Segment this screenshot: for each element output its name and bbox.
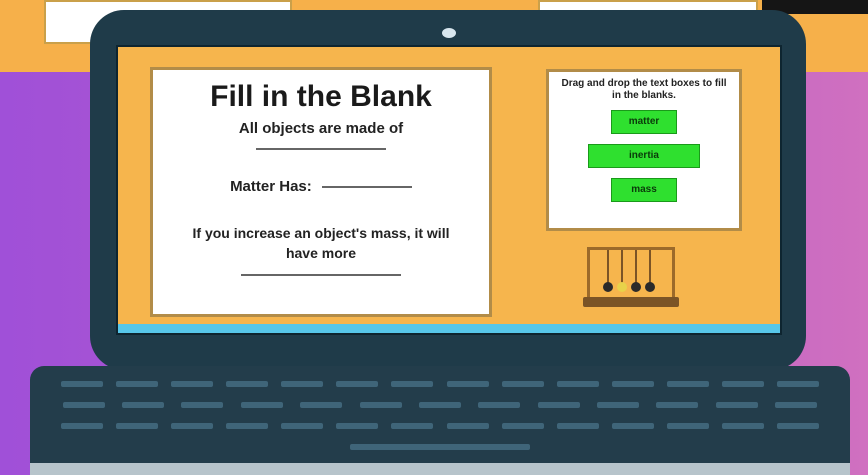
key xyxy=(225,423,268,429)
key-row xyxy=(54,441,826,453)
key xyxy=(60,381,103,387)
answer-blank-3[interactable] xyxy=(241,273,401,276)
key xyxy=(336,381,379,387)
key xyxy=(391,381,434,387)
key xyxy=(181,402,224,408)
chip-mass[interactable]: mass xyxy=(611,178,677,202)
keyboard xyxy=(54,378,826,462)
key xyxy=(359,402,402,408)
key xyxy=(281,423,324,429)
key xyxy=(537,402,580,408)
chip-matter[interactable]: matter xyxy=(611,110,677,134)
key xyxy=(501,381,544,387)
key xyxy=(777,381,820,387)
laptop-base-lip xyxy=(30,463,850,475)
cradle-ball xyxy=(617,282,627,292)
cradle-base xyxy=(583,297,679,307)
key xyxy=(391,423,434,429)
key xyxy=(611,381,654,387)
key-row xyxy=(54,420,826,432)
screen-bottom-strip xyxy=(118,324,780,333)
key xyxy=(300,402,343,408)
cradle-string xyxy=(607,250,609,284)
key xyxy=(611,423,654,429)
key xyxy=(115,423,158,429)
question-3-text: If you increase an object's mass, it wil… xyxy=(192,225,450,261)
key xyxy=(115,381,158,387)
answer-blank-2[interactable] xyxy=(321,186,412,189)
key xyxy=(656,402,699,408)
cradle-string xyxy=(635,250,637,284)
key xyxy=(225,381,268,387)
cradle-ball xyxy=(603,282,613,292)
cradle-frame xyxy=(587,247,675,299)
key xyxy=(775,402,818,408)
question-1-text: All objects are made of xyxy=(238,120,404,137)
webcam-icon xyxy=(442,28,456,38)
cradle-string xyxy=(649,250,651,284)
key xyxy=(170,381,213,387)
key xyxy=(556,423,599,429)
key xyxy=(170,423,213,429)
key xyxy=(446,423,489,429)
cradle-string xyxy=(621,250,623,284)
key xyxy=(60,423,103,429)
spacebar xyxy=(350,444,530,450)
cradle-ball xyxy=(631,282,641,292)
key-row xyxy=(54,399,826,411)
key xyxy=(281,381,324,387)
key xyxy=(478,402,521,408)
key xyxy=(722,423,765,429)
key-row xyxy=(54,378,826,390)
drag-drop-card: Drag and drop the text boxes to fill in … xyxy=(546,69,742,231)
newtons-cradle-icon xyxy=(583,247,679,315)
key xyxy=(667,423,710,429)
key xyxy=(597,402,640,408)
key xyxy=(418,402,461,408)
key xyxy=(122,402,165,408)
laptop-base xyxy=(30,366,850,475)
key xyxy=(446,381,489,387)
key xyxy=(777,423,820,429)
key xyxy=(62,402,105,408)
question-2: Matter Has: xyxy=(153,178,489,195)
cradle-ball xyxy=(645,282,655,292)
drag-instruction: Drag and drop the text boxes to fill in … xyxy=(561,78,727,101)
key xyxy=(240,402,283,408)
answer-blank-1[interactable] xyxy=(256,147,386,150)
fill-in-blank-card: Fill in the Blank All objects are made o… xyxy=(150,67,492,317)
key xyxy=(501,423,544,429)
key xyxy=(715,402,758,408)
chip-inertia[interactable]: inertia xyxy=(588,144,700,168)
laptop-screen: Fill in the Blank All objects are made o… xyxy=(116,45,782,335)
key xyxy=(667,381,710,387)
key xyxy=(556,381,599,387)
key xyxy=(722,381,765,387)
key xyxy=(336,423,379,429)
worksheet-title: Fill in the Blank xyxy=(210,80,432,113)
question-2-text: Matter Has: xyxy=(230,178,312,195)
